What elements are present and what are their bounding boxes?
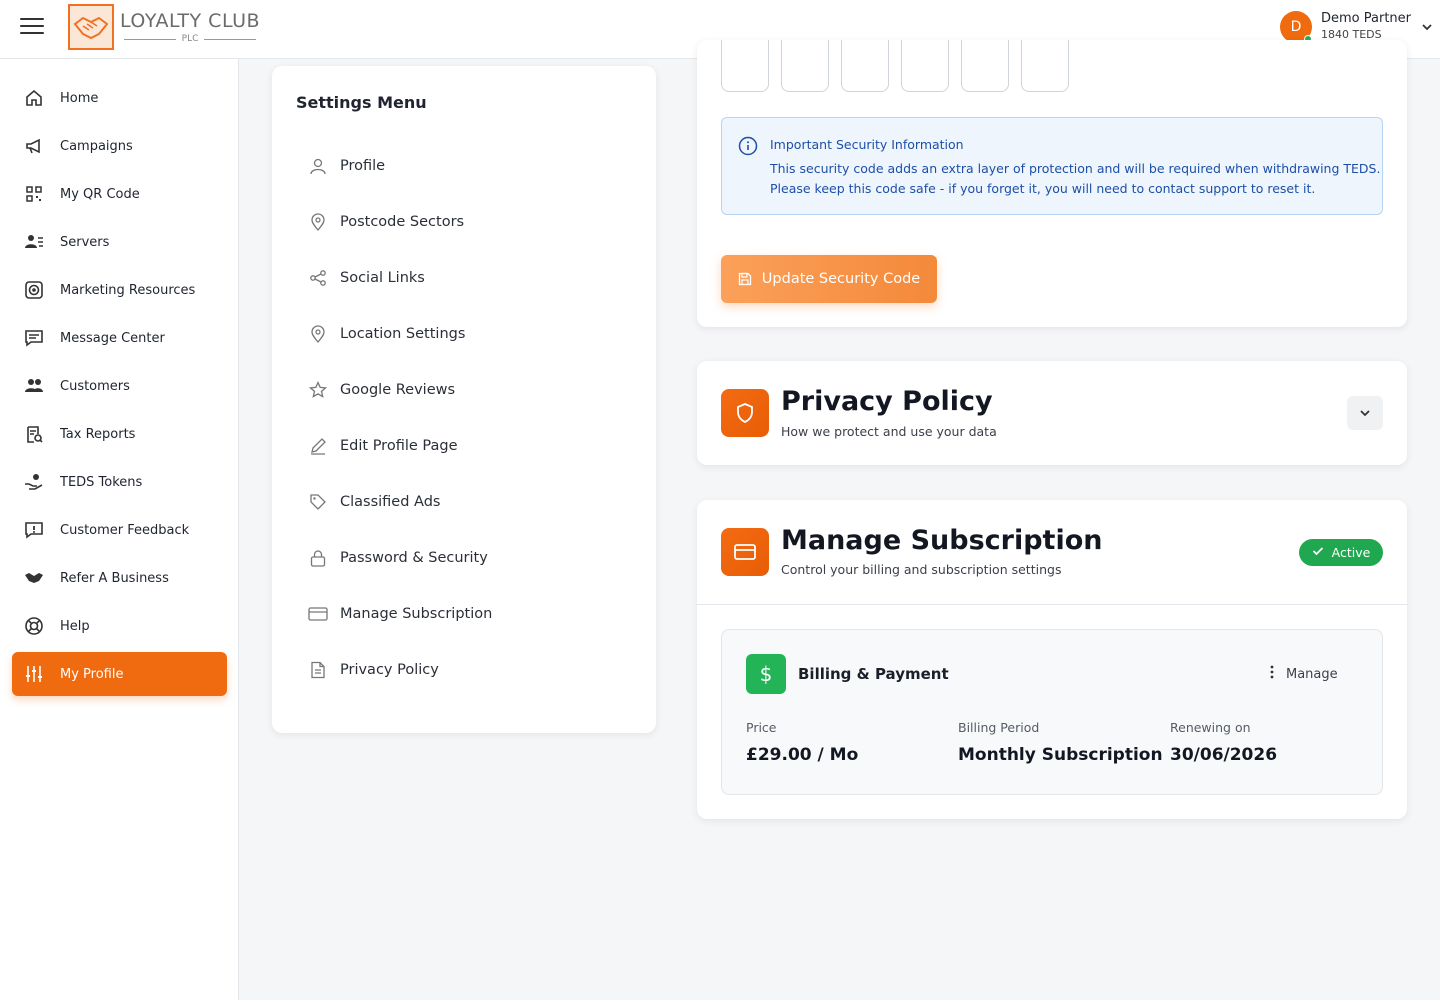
qr-code-icon <box>24 184 44 204</box>
manage-subscription-card: Manage Subscription Control your billing… <box>697 500 1407 819</box>
security-code-digit-1[interactable] <box>721 40 769 92</box>
card-icon <box>308 604 328 624</box>
sidebar-item-marketing-resources[interactable]: Marketing Resources <box>12 268 227 312</box>
privacy-expand-button[interactable] <box>1347 396 1383 430</box>
billing-title: Billing & Payment <box>798 665 949 683</box>
avatar: D <box>1280 11 1312 43</box>
home-icon <box>24 88 44 108</box>
settings-item-edit-profile-page[interactable]: Edit Profile Page <box>308 434 458 458</box>
sidebar-item-home[interactable]: Home <box>12 76 227 120</box>
settings-item-location-settings[interactable]: Location Settings <box>308 322 465 346</box>
billing-period-label: Billing Period <box>958 720 1040 735</box>
star-icon <box>308 380 328 400</box>
dollar-icon: $ <box>746 654 786 694</box>
message-icon <box>24 328 44 348</box>
settings-item-manage-subscription[interactable]: Manage Subscription <box>308 602 492 626</box>
target-icon <box>24 280 44 300</box>
sidebar-item-customers[interactable]: Customers <box>12 364 227 408</box>
sidebar-item-teds-tokens[interactable]: TEDS Tokens <box>12 460 227 504</box>
user-menu[interactable]: D Demo Partner 1840 TEDS <box>1280 11 1433 43</box>
handshake-icon <box>24 568 44 588</box>
tag-icon <box>308 492 328 512</box>
credit-card-icon <box>721 528 769 576</box>
security-info-title: Important Security Information <box>770 137 964 152</box>
logo-name: LOYALTY CLUB <box>120 10 261 32</box>
renewal-date: 30/06/2026 <box>1170 745 1278 765</box>
security-info-line-1: This security code adds an extra layer o… <box>770 161 1381 176</box>
billing-period-value: Monthly Subscription <box>958 745 1163 765</box>
logo[interactable]: LOYALTY CLUB PLC <box>68 4 260 50</box>
document-icon <box>308 660 328 680</box>
settings-item-profile[interactable]: Profile <box>308 154 385 178</box>
manage-subscription-title: Manage Subscription <box>781 525 1103 556</box>
security-code-digit-4[interactable] <box>901 40 949 92</box>
settings-menu-title: Settings Menu <box>296 93 427 112</box>
sidebar-item-tax-reports[interactable]: Tax Reports <box>12 412 227 456</box>
status-badge: Active <box>1299 539 1383 566</box>
security-code-card: Important Security Information This secu… <box>697 40 1407 327</box>
settings-item-postcode-sectors[interactable]: Postcode Sectors <box>308 210 464 234</box>
privacy-policy-card: Privacy Policy How we protect and use yo… <box>697 361 1407 465</box>
pencil-icon <box>308 436 328 456</box>
megaphone-icon <box>24 136 44 156</box>
security-code-digit-5[interactable] <box>961 40 1009 92</box>
logo-sub: PLC <box>181 34 199 44</box>
security-info-line-2: Please keep this code safe - if you forg… <box>770 181 1316 196</box>
divider <box>697 604 1407 605</box>
servers-icon <box>24 232 44 252</box>
save-icon <box>738 272 752 286</box>
manage-subscription-subtitle: Control your billing and subscription se… <box>781 562 1062 577</box>
handshake-logo-icon <box>68 4 114 50</box>
billing-payment-panel: $ Billing & Payment Manage Price £29.00 … <box>721 629 1383 795</box>
feedback-icon <box>24 520 44 540</box>
sidebar-item-campaigns[interactable]: Campaigns <box>12 124 227 168</box>
lock-icon <box>308 548 328 568</box>
sidebar-item-refer-a-business[interactable]: Refer A Business <box>12 556 227 600</box>
lifebuoy-icon <box>24 616 44 636</box>
security-code-digit-3[interactable] <box>841 40 889 92</box>
info-icon <box>738 136 758 160</box>
map-pin-icon <box>308 212 328 232</box>
chevron-down-icon <box>1359 404 1371 423</box>
sidebar-item-my-qr-code[interactable]: My QR Code <box>12 172 227 216</box>
renewal-label: Renewing on <box>1170 720 1251 735</box>
security-info-box: Important Security Information This secu… <box>721 117 1383 215</box>
chevron-down-icon <box>1421 18 1433 37</box>
settings-item-google-reviews[interactable]: Google Reviews <box>308 378 455 402</box>
shield-icon <box>721 389 769 437</box>
settings-item-social-links[interactable]: Social Links <box>308 266 425 290</box>
price-value: £29.00 / Mo <box>746 745 859 765</box>
sidebar-item-help[interactable]: Help <box>12 604 227 648</box>
location-icon <box>308 324 328 344</box>
user-icon <box>308 156 328 176</box>
settings-item-privacy-policy[interactable]: Privacy Policy <box>308 658 439 682</box>
settings-item-classified-ads[interactable]: Classified Ads <box>308 490 440 514</box>
update-security-code-button[interactable]: Update Security Code <box>721 255 937 303</box>
settings-item-password-security[interactable]: Password & Security <box>308 546 488 570</box>
user-name: Demo Partner <box>1321 11 1412 26</box>
settings-menu-card: Settings Menu Profile Postcode Sectors S… <box>272 66 656 733</box>
sidebar-item-message-center[interactable]: Message Center <box>12 316 227 360</box>
privacy-policy-title: Privacy Policy <box>781 386 993 417</box>
sliders-icon <box>24 664 44 684</box>
tokens-icon <box>24 472 44 492</box>
security-code-digit-2[interactable] <box>781 40 829 92</box>
share-icon <box>308 268 328 288</box>
price-label: Price <box>746 720 777 735</box>
sidebar-item-my-profile[interactable]: My Profile <box>12 652 227 696</box>
sidebar-item-servers[interactable]: Servers <box>12 220 227 264</box>
more-vertical-icon <box>1270 665 1274 683</box>
sidebar-item-customer-feedback[interactable]: Customer Feedback <box>12 508 227 552</box>
customers-icon <box>24 376 44 396</box>
check-icon <box>1312 545 1324 560</box>
hamburger-menu-icon[interactable] <box>20 18 44 38</box>
tax-report-icon <box>24 424 44 444</box>
manage-billing-button[interactable]: Manage <box>1270 665 1338 683</box>
security-code-digit-6[interactable] <box>1021 40 1069 92</box>
sidebar: Home Campaigns My QR Code Servers Market… <box>0 59 239 1000</box>
privacy-policy-subtitle: How we protect and use your data <box>781 424 997 439</box>
